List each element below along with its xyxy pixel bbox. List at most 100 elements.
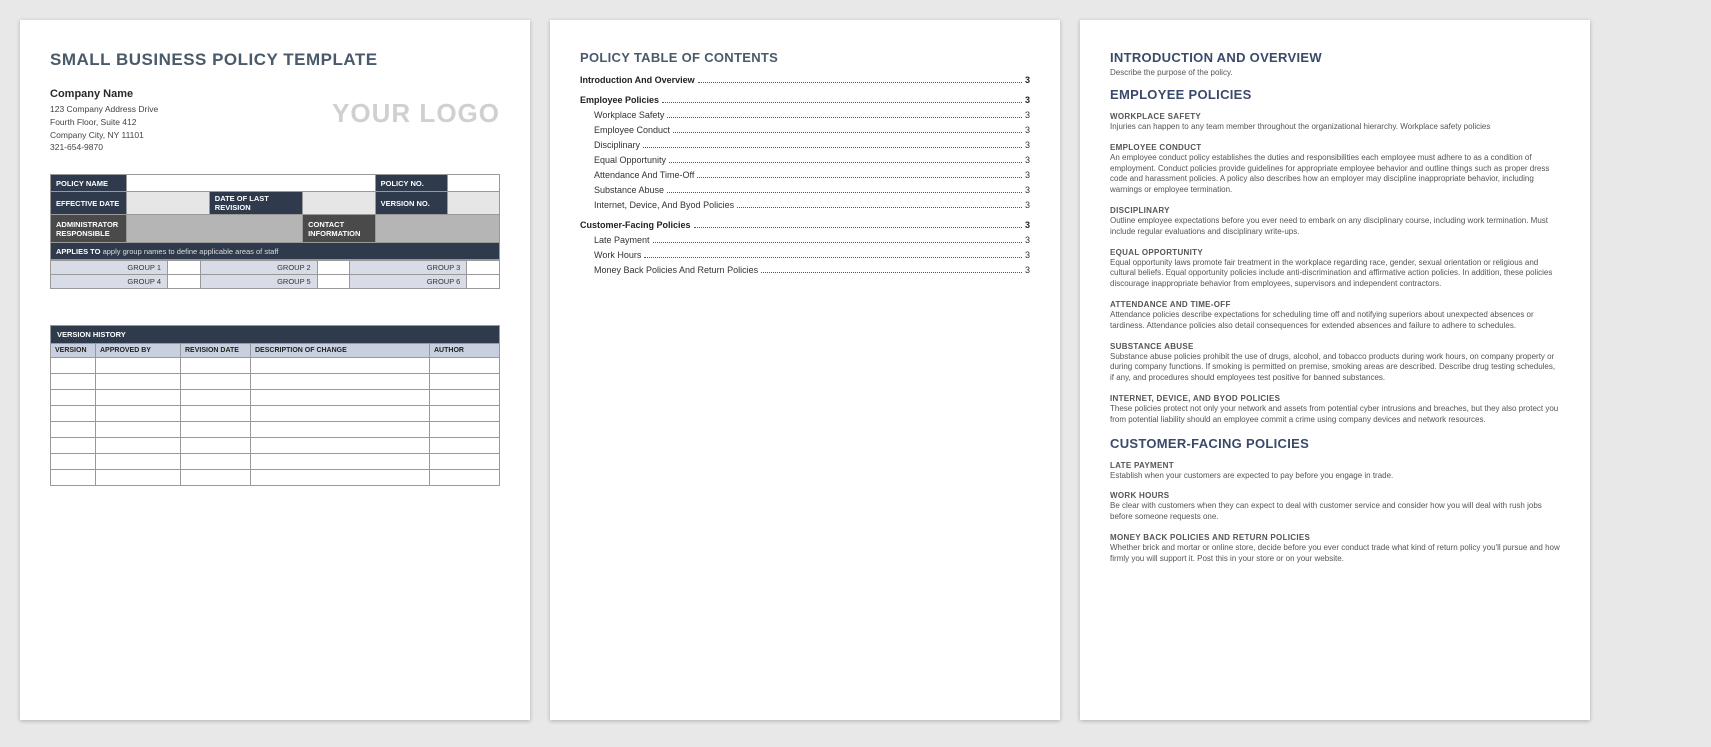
group-cell[interactable]: GROUP 6 xyxy=(350,275,467,289)
toc-dots xyxy=(669,162,1022,163)
toc-label: Employee Conduct xyxy=(594,125,670,135)
toc-entry: Customer-Facing Policies 3 xyxy=(580,220,1030,230)
label-policy-name: POLICY NAME xyxy=(51,175,127,192)
toc-page-number: 3 xyxy=(1025,265,1030,275)
group-blank[interactable] xyxy=(317,275,350,289)
toc-dots xyxy=(643,147,1022,148)
toc-dots xyxy=(644,257,1022,258)
section-description: Describe the purpose of the policy. xyxy=(1110,68,1560,77)
value-contact-info[interactable] xyxy=(375,215,499,243)
toc-entry: Late Payment3 xyxy=(580,235,1030,245)
col-author: AUTHOR xyxy=(430,344,500,358)
toc-page-number: 3 xyxy=(1025,110,1030,120)
table-row[interactable] xyxy=(51,374,500,390)
toc-dots xyxy=(673,132,1022,133)
col-description: DESCRIPTION OF CHANGE xyxy=(251,344,430,358)
toc-page-number: 3 xyxy=(1025,220,1030,230)
toc-entry: Substance Abuse 3 xyxy=(580,185,1030,195)
address-line-1: 123 Company Address Drive xyxy=(50,103,158,116)
table-row[interactable] xyxy=(51,422,500,438)
label-date-last-revision: DATE OF LAST REVISION xyxy=(209,192,302,215)
logo-placeholder: YOUR LOGO xyxy=(332,98,500,129)
toc-label: Customer-Facing Policies xyxy=(580,220,691,230)
table-row[interactable] xyxy=(51,454,500,470)
label-effective-date: EFFECTIVE DATE xyxy=(51,192,127,215)
toc-label: Introduction And Overview xyxy=(580,75,695,85)
toc-label: Attendance And Time-Off xyxy=(594,170,694,180)
value-admin-responsible[interactable] xyxy=(126,215,302,243)
toc-page-number: 3 xyxy=(1025,125,1030,135)
document-title: SMALL BUSINESS POLICY TEMPLATE xyxy=(50,50,500,70)
toc-dots xyxy=(694,227,1022,228)
company-info: Company Name 123 Company Address Drive F… xyxy=(50,88,158,154)
label-version-no: VERSION NO. xyxy=(375,192,448,215)
value-version-no[interactable] xyxy=(448,192,500,215)
toc-dots xyxy=(667,117,1022,118)
version-history-table: VERSION APPROVED BY REVISION DATE DESCRI… xyxy=(50,343,500,486)
toc-title: POLICY TABLE OF CONTENTS xyxy=(580,50,1030,65)
table-row[interactable] xyxy=(51,470,500,486)
value-date-last-revision[interactable] xyxy=(303,192,376,215)
toc-entry: Employee Policies3 xyxy=(580,95,1030,105)
toc-label: Money Back Policies And Return Policies xyxy=(594,265,758,275)
subsection-body: An employee conduct policy establishes t… xyxy=(1110,153,1560,196)
col-revision-date: REVISION DATE xyxy=(181,344,251,358)
label-applies-to: APPLIES TO xyxy=(56,247,100,256)
subsection-body: These policies protect not only your net… xyxy=(1110,404,1560,426)
toc-label: Workplace Safety xyxy=(594,110,664,120)
subsection-heading: EQUAL OPPORTUNITY xyxy=(1110,248,1560,257)
table-row[interactable] xyxy=(51,438,500,454)
subsection-body: Substance abuse policies prohibit the us… xyxy=(1110,352,1560,384)
section-heading: EMPLOYEE POLICIES xyxy=(1110,87,1560,102)
toc-entry: Work Hours3 xyxy=(580,250,1030,260)
col-approved-by: APPROVED BY xyxy=(96,344,181,358)
toc-label: Equal Opportunity xyxy=(594,155,666,165)
value-effective-date[interactable] xyxy=(126,192,209,215)
toc-entry: Workplace Safety 3 xyxy=(580,110,1030,120)
group-cell[interactable]: GROUP 1 xyxy=(51,261,168,275)
group-blank[interactable] xyxy=(467,275,500,289)
toc-label: Substance Abuse xyxy=(594,185,664,195)
subsection-heading: EMPLOYEE CONDUCT xyxy=(1110,143,1560,152)
subsection-heading: WORK HOURS xyxy=(1110,491,1560,500)
toc-entry: Employee Conduct 3 xyxy=(580,125,1030,135)
subsection-heading: WORKPLACE SAFETY xyxy=(1110,112,1560,121)
address-line-3: Company City, NY 11101 xyxy=(50,129,158,142)
group-cell[interactable]: GROUP 3 xyxy=(350,261,467,275)
group-cell[interactable]: GROUP 2 xyxy=(200,261,317,275)
toc-dots xyxy=(737,207,1022,208)
toc-dots xyxy=(697,177,1022,178)
subsection-body: Attendance policies describe expectation… xyxy=(1110,310,1560,332)
toc-page-number: 3 xyxy=(1025,250,1030,260)
toc-dots xyxy=(667,192,1022,193)
group-cell[interactable]: GROUP 4 xyxy=(51,275,168,289)
subsection-body: Be clear with customers when they can ex… xyxy=(1110,501,1560,523)
subsection-heading: SUBSTANCE ABUSE xyxy=(1110,342,1560,351)
value-policy-name[interactable] xyxy=(126,175,375,192)
value-policy-no[interactable] xyxy=(448,175,500,192)
table-row[interactable] xyxy=(51,390,500,406)
toc-dots xyxy=(698,82,1022,83)
subsection-body: Equal opportunity laws promote fair trea… xyxy=(1110,258,1560,290)
group-blank[interactable] xyxy=(467,261,500,275)
subsection-heading: LATE PAYMENT xyxy=(1110,461,1560,470)
subsection-body: Injuries can happen to any team member t… xyxy=(1110,122,1560,133)
page-content: INTRODUCTION AND OVERVIEW Describe the pu… xyxy=(1080,20,1590,720)
group-cell[interactable]: GROUP 5 xyxy=(200,275,317,289)
policy-info-table: POLICY NAME POLICY NO. EFFECTIVE DATE DA… xyxy=(50,174,500,260)
group-blank[interactable] xyxy=(168,275,201,289)
group-blank[interactable] xyxy=(168,261,201,275)
toc-page-number: 3 xyxy=(1025,185,1030,195)
table-row[interactable] xyxy=(51,406,500,422)
subsection-body: Outline employee expectations before you… xyxy=(1110,216,1560,238)
table-row[interactable] xyxy=(51,358,500,374)
version-history-title: VERSION HISTORY xyxy=(50,325,500,343)
toc-page-number: 3 xyxy=(1025,200,1030,210)
subsection-heading: MONEY BACK POLICIES AND RETURN POLICIES xyxy=(1110,533,1560,542)
subsection-body: Whether brick and mortar or online store… xyxy=(1110,543,1560,565)
toc-label: Late Payment xyxy=(594,235,650,245)
group-blank[interactable] xyxy=(317,261,350,275)
applies-to-desc: apply group names to define applicable a… xyxy=(103,247,279,256)
section-heading: INTRODUCTION AND OVERVIEW xyxy=(1110,50,1560,65)
section-heading: CUSTOMER-FACING POLICIES xyxy=(1110,436,1560,451)
